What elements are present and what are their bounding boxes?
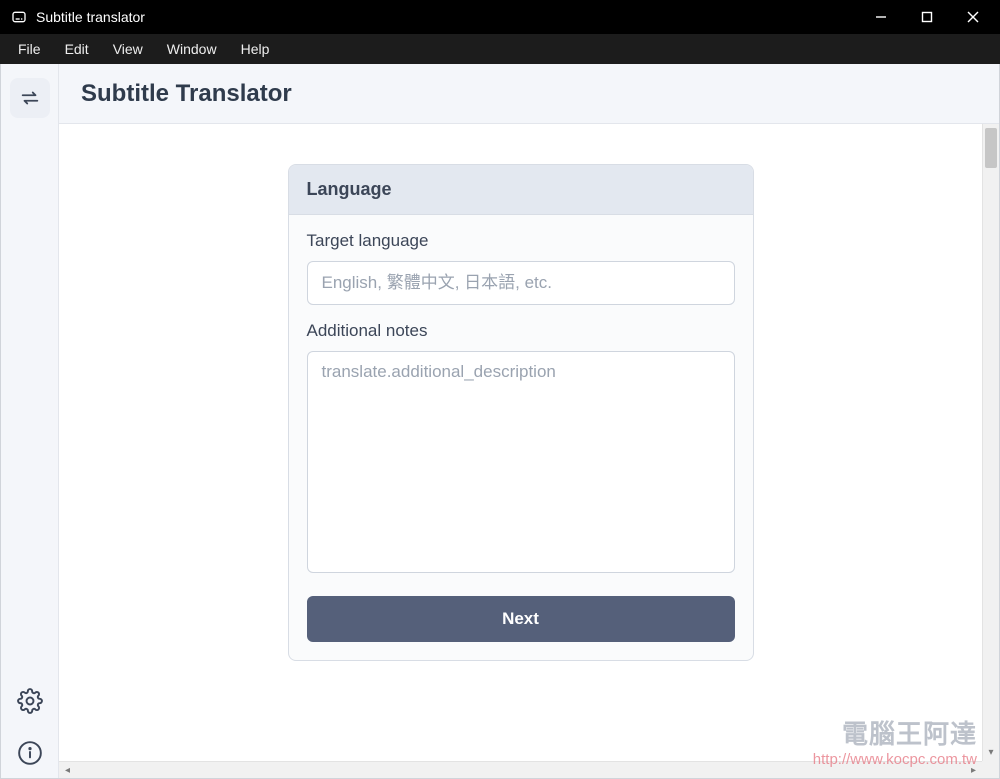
menu-view[interactable]: View — [101, 37, 155, 61]
page-title: Subtitle Translator — [81, 80, 292, 108]
scroll-right-arrow-icon: ▸ — [965, 762, 982, 778]
menu-edit[interactable]: Edit — [53, 37, 101, 61]
vertical-scroll-thumb[interactable] — [985, 128, 997, 168]
close-button[interactable] — [950, 0, 996, 34]
next-button[interactable]: Next — [307, 596, 735, 642]
swap-languages-button[interactable] — [10, 78, 50, 118]
info-button[interactable] — [15, 738, 45, 768]
content-inner: Language Target language Additional note… — [59, 124, 982, 761]
gear-icon — [17, 688, 43, 714]
scroll-down-arrow-icon: ▾ — [983, 744, 999, 761]
language-card: Language Target language Additional note… — [288, 164, 754, 661]
target-language-label: Target language — [307, 231, 735, 251]
window-controls — [858, 0, 996, 34]
scroll-corner — [982, 761, 999, 778]
additional-notes-input[interactable] — [307, 351, 735, 573]
menu-file[interactable]: File — [6, 37, 53, 61]
page-header: Subtitle Translator — [59, 64, 999, 124]
target-language-input[interactable] — [307, 261, 735, 305]
titlebar: Subtitle translator — [0, 0, 1000, 34]
settings-button[interactable] — [15, 686, 45, 716]
menubar: File Edit View Window Help — [0, 34, 1000, 64]
horizontal-scrollbar[interactable]: ◂ ▸ — [59, 761, 982, 778]
info-icon — [17, 740, 43, 766]
swap-icon — [19, 87, 41, 109]
additional-notes-label: Additional notes — [307, 321, 735, 341]
content-area: Language Target language Additional note… — [59, 124, 999, 778]
maximize-button[interactable] — [904, 0, 950, 34]
vertical-scrollbar[interactable]: ▴ ▾ — [982, 124, 999, 761]
app-icon — [10, 8, 28, 26]
app-chrome: Subtitle Translator Language Target lang… — [0, 64, 1000, 779]
menu-help[interactable]: Help — [229, 37, 282, 61]
sidebar — [1, 64, 59, 778]
minimize-button[interactable] — [858, 0, 904, 34]
scroll-left-arrow-icon: ◂ — [59, 762, 76, 778]
menu-window[interactable]: Window — [155, 37, 229, 61]
card-section-title: Language — [289, 165, 753, 215]
window-title: Subtitle translator — [36, 9, 145, 25]
main-column: Subtitle Translator Language Target lang… — [59, 64, 999, 778]
